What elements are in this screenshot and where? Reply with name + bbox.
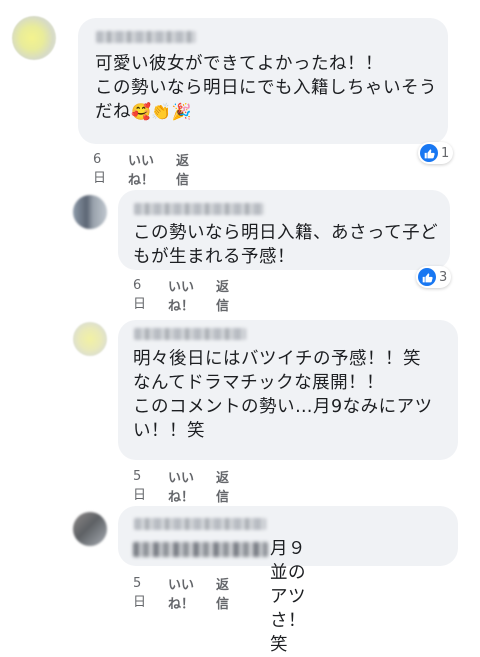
comment-text: 明々後日にはバツイチの予感！！笑 なんてドラマチックな展開！！ このコメントの勢… xyxy=(133,349,433,441)
avatar[interactable] xyxy=(12,16,56,60)
like-button[interactable]: いいね！ xyxy=(128,150,154,188)
avatar[interactable] xyxy=(73,322,107,356)
reaction-summary[interactable]: 3 xyxy=(416,266,452,288)
reaction-count: 3 xyxy=(439,269,448,285)
timestamp[interactable]: 6日 xyxy=(93,152,106,186)
reply-button[interactable]: 返信 xyxy=(216,574,229,612)
comment-text: 可愛い彼女ができてよかったね！！ この勢いなら明日にでも入籍しちゃいそうだね🥰👏… xyxy=(95,52,440,124)
comment-emojis: 🥰👏🎉 xyxy=(131,102,193,121)
commenter-name-redacted[interactable] xyxy=(134,203,264,215)
avatar[interactable] xyxy=(73,195,107,229)
reply-button[interactable]: 返信 xyxy=(216,276,229,314)
redacted-text xyxy=(133,542,268,557)
like-thumb-icon xyxy=(418,268,436,286)
avatar[interactable] xyxy=(73,512,107,546)
like-button[interactable]: いいね！ xyxy=(168,467,194,505)
commenter-name-redacted[interactable] xyxy=(134,518,266,530)
like-button[interactable]: いいね！ xyxy=(168,574,194,612)
reaction-count: 1 xyxy=(441,145,450,161)
timestamp[interactable]: 6日 xyxy=(133,278,146,312)
comment-actions: 6日 いいね！ 返信 xyxy=(133,276,229,314)
like-thumb-icon xyxy=(420,144,438,162)
like-button[interactable]: いいね！ xyxy=(168,276,194,314)
reply-button[interactable]: 返信 xyxy=(176,150,189,188)
comment-text: 月９並のアツさ！笑 xyxy=(270,539,306,655)
timestamp[interactable]: 5日 xyxy=(133,469,146,503)
commenter-name-redacted[interactable] xyxy=(96,31,196,43)
comment-actions: 5日 いいね！ 返信 xyxy=(133,467,229,505)
reaction-summary[interactable]: 1 xyxy=(418,142,454,164)
timestamp[interactable]: 5日 xyxy=(133,576,146,610)
commenter-name-redacted[interactable] xyxy=(134,328,246,340)
comment-actions: 6日 いいね！ 返信 xyxy=(93,150,189,188)
comment-text: この勢いなら明日入籍、あさって子どもが生まれる予感！ xyxy=(133,223,439,267)
reply-button[interactable]: 返信 xyxy=(216,467,229,505)
comment-actions: 5日 いいね！ 返信 xyxy=(133,574,229,612)
